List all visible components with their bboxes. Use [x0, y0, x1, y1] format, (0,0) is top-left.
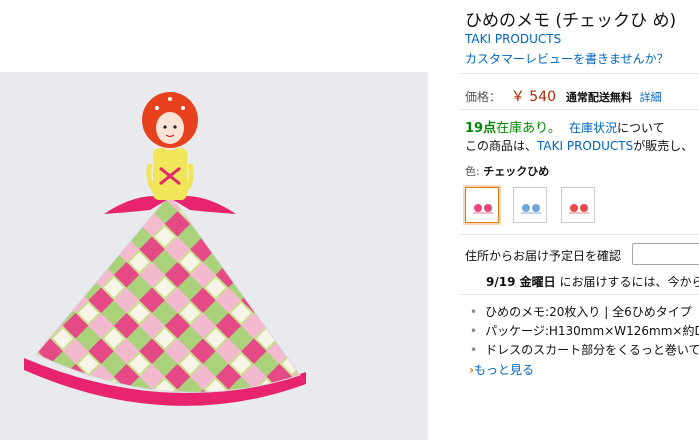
feature-bullet: •ドレスのスカート部分をくるっと巻いてリボ [470, 341, 699, 358]
stock-count: 19点 [465, 121, 497, 136]
divider [459, 294, 699, 295]
divider [459, 234, 699, 235]
color-selected: チェックひめ [483, 165, 550, 178]
feature-bullet-text: ひめのメモ:20枚入り | 全6ひめタイプ [485, 305, 692, 319]
seller-row: この商品は、TAKI PRODUCTSが販売し、 [465, 137, 693, 154]
see-more-link[interactable]: ›もっと見る [469, 361, 534, 378]
shipping-info: 通常配送無料 [565, 91, 632, 104]
shipping-details-link[interactable]: 詳細 [640, 91, 662, 104]
divider [459, 73, 699, 74]
swatch-red-check[interactable] [561, 187, 595, 223]
see-more-label: もっと見る [473, 363, 534, 377]
delivery-estimate: 9/19 金曜日 にお届けするには、今から [486, 273, 699, 290]
feature-bullet: • パッケージ:H130mm×W126mm×約D2 [470, 322, 699, 339]
color-label: 色: [465, 165, 480, 178]
swatch-pink-check[interactable] [465, 187, 499, 223]
feature-bullet-text: パッケージ:H130mm×W126mm×約D2 [485, 324, 699, 338]
feature-bullet-text: ドレスのスカート部分をくるっと巻いてリボ [485, 343, 699, 357]
feature-bullet: • ひめのメモ:20枚入り | 全6ひめタイプ [470, 305, 692, 319]
seller-link[interactable]: TAKI PRODUCTS [537, 139, 633, 153]
color-variation: 色: チェックひめ [465, 163, 549, 179]
product-title: ひめのメモ (チェックひ め) [465, 11, 677, 31]
brand-link[interactable]: TAKI PRODUCTS [465, 32, 561, 46]
divider [459, 109, 699, 110]
seller-suffix: が販売し、 [633, 139, 694, 153]
delivery-date: 9/19 金曜日 [486, 275, 556, 289]
seller-prefix: この商品は、 [465, 139, 538, 153]
price-label: 価格： [465, 90, 502, 104]
delivery-check-label: 住所からお届け予定日を確認 [465, 249, 622, 263]
price-row: 価格： ￥ 540 通常配送無料 詳細 [465, 86, 662, 106]
product-image[interactable] [0, 72, 428, 440]
stock-status-link[interactable]: 在庫状況 [569, 121, 617, 135]
stock-row: 19点在庫あり。 在庫状況について [465, 117, 665, 136]
stock-status: 在庫あり。 [496, 121, 561, 136]
write-review-link[interactable]: カスタマーレビューを書きませんか？ [465, 50, 669, 67]
zip-code-input[interactable] [632, 243, 699, 265]
stock-status-suffix: について [617, 121, 665, 135]
price-value: ￥ 540 [510, 89, 557, 105]
swatch-blue-check[interactable] [513, 187, 547, 223]
delivery-date-suffix: にお届けするには、今から [559, 275, 699, 289]
